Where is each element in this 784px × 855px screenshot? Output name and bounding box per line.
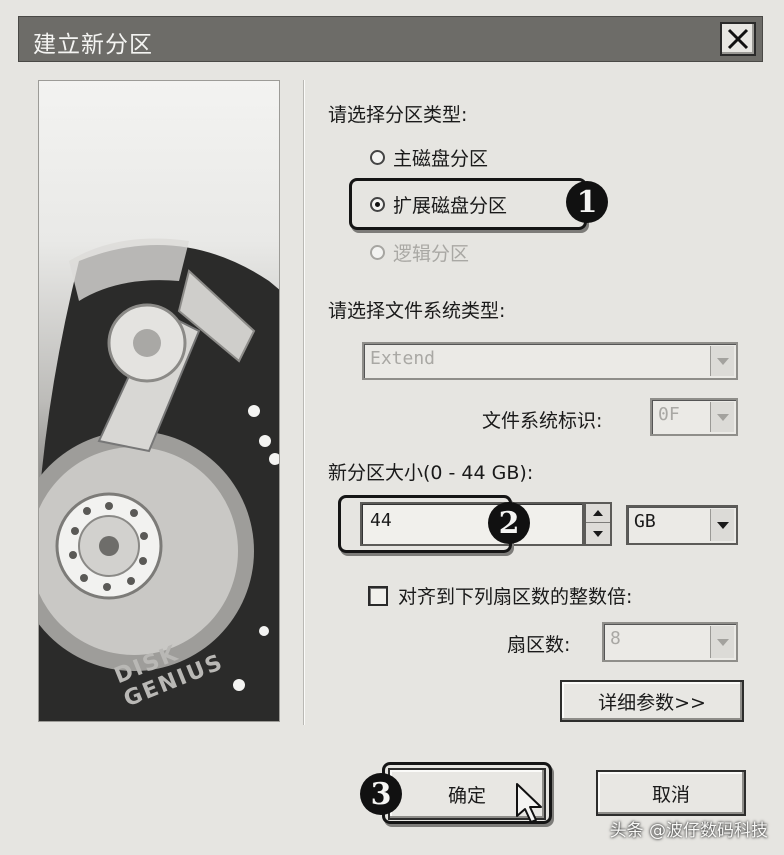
checkbox[interactable] (368, 585, 388, 606)
step-2-highlight (338, 495, 512, 553)
cancel-button[interactable]: 取消 (596, 770, 746, 816)
partition-type-label: 请选择分区类型: (328, 104, 468, 126)
align-sectors-checkbox[interactable]: 对齐到下列扇区数的整数倍: (368, 582, 632, 609)
dropdown-arrow (710, 346, 734, 376)
filesystem-type-value: Extend (370, 348, 436, 369)
dropdown-arrow (710, 626, 734, 658)
align-sectors-label: 对齐到下列扇区数的整数倍: (398, 586, 633, 608)
vertical-divider (303, 80, 305, 725)
spin-up-button[interactable] (586, 504, 610, 523)
dropdown-arrow (710, 402, 734, 432)
dropdown-arrow[interactable] (710, 509, 734, 541)
disk-genius-illustration: DISK GENIUS (38, 80, 280, 722)
size-unit-value: GB (634, 511, 656, 532)
radio-label: 主磁盘分区 (393, 148, 489, 170)
arrow-up-icon (593, 510, 603, 516)
chevron-down-icon (716, 638, 729, 646)
radio-primary-partition[interactable]: 主磁盘分区 (370, 144, 488, 171)
size-unit-select[interactable]: GB (626, 505, 738, 545)
mouse-cursor-icon (516, 783, 542, 823)
filesystem-type-label: 请选择文件系统类型: (328, 300, 506, 322)
radio-button[interactable] (370, 150, 385, 165)
arrow-down-icon (593, 530, 603, 537)
details-button[interactable]: 详细参数>> (560, 680, 744, 722)
radio-button-disabled (370, 245, 385, 260)
filesystem-id-label: 文件系统标识: (482, 410, 603, 432)
filesystem-type-select: Extend (362, 342, 738, 380)
chevron-down-icon (716, 357, 729, 365)
watermark: 头条 @波仔数码科技 (609, 821, 768, 841)
radio-logical-partition: 逻辑分区 (370, 239, 469, 266)
step-1-highlight (349, 178, 587, 230)
close-icon (727, 28, 749, 50)
size-spinner[interactable] (584, 502, 612, 546)
step-2-badge: 2 (488, 502, 530, 544)
step-1-badge: 1 (566, 181, 608, 223)
chevron-down-icon (716, 521, 729, 529)
partition-size-label: 新分区大小(0 - 44 GB): (328, 462, 534, 484)
filesystem-id-select: 0F (650, 398, 738, 436)
new-partition-dialog: 建立新分区 DISK GENIUS 请选择分区类型: 主磁盘分区 扩展磁盘分区 … (0, 0, 784, 855)
spin-down-button[interactable] (586, 524, 610, 543)
radio-label: 逻辑分区 (393, 243, 470, 265)
title-bar[interactable]: 建立新分区 (18, 16, 763, 62)
close-button[interactable] (720, 22, 756, 56)
sectors-value: 8 (610, 628, 621, 649)
step-3-badge: 3 (360, 773, 402, 815)
sectors-select: 8 (602, 622, 738, 662)
window-title: 建立新分区 (33, 32, 153, 58)
chevron-down-icon (716, 413, 729, 421)
sectors-label: 扇区数: (507, 634, 571, 656)
filesystem-id-value: 0F (658, 404, 680, 425)
